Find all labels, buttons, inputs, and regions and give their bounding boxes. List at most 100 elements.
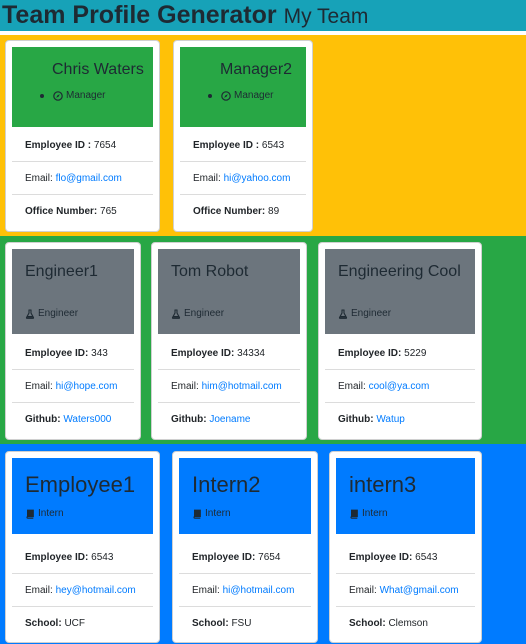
id-label: Employee ID : xyxy=(25,140,92,151)
employee-id-row: Employee ID: 34334 xyxy=(158,337,300,370)
email-row: Email: hi@yahoo.com xyxy=(180,162,306,195)
school-label: School: xyxy=(192,618,229,629)
email-row: Email: hi@hope.com xyxy=(12,370,134,403)
employee-id-row: Employee ID: 5229 xyxy=(325,337,475,370)
list-bullet xyxy=(208,93,212,98)
card-header: Chris Waters Manager xyxy=(12,47,153,127)
employee-id-row: Employee ID: 7654 xyxy=(179,541,311,574)
team-subtitle: My Team xyxy=(283,5,369,28)
employee-id-row: Employee ID: 343 xyxy=(12,337,134,370)
app-title: Team Profile Generator xyxy=(2,1,277,29)
manager-card: Chris Waters Manager Employee ID : 7654 … xyxy=(5,40,160,232)
github-row: Github: Watup xyxy=(325,403,475,436)
role-label: Manager xyxy=(208,90,273,101)
employee-id-row: Employee ID : 6543 xyxy=(180,129,306,162)
email-label: Email: xyxy=(338,381,366,392)
office-label: Office Number: xyxy=(25,206,98,217)
email-row: Email: cool@ya.com xyxy=(325,370,475,403)
school-row: School: UCF xyxy=(12,607,153,640)
employee-id-row: Employee ID: 6543 xyxy=(336,541,475,574)
intern-card: Intern2 Intern Employee ID: 7654 Email: … xyxy=(172,451,318,643)
flask-icon xyxy=(25,308,35,319)
email-link[interactable]: hey@hotmail.com xyxy=(56,585,136,596)
card-header: Employee1 Intern xyxy=(12,458,153,534)
email-label: Email: xyxy=(25,173,53,184)
role-label: Intern xyxy=(25,508,64,519)
email-label: Email: xyxy=(192,585,220,596)
book-icon xyxy=(193,509,201,519)
card-header: Tom Robot Engineer xyxy=(158,249,300,334)
github-row: Github: Waters000 xyxy=(12,403,134,436)
github-link[interactable]: Watup xyxy=(376,414,405,425)
email-link[interactable]: hi@hope.com xyxy=(56,381,118,392)
github-label: Github: xyxy=(25,414,61,425)
github-label: Github: xyxy=(171,414,207,425)
card-header: Intern2 Intern xyxy=(179,458,311,534)
id-value: 5229 xyxy=(404,348,427,359)
interns-section: Employee1 Intern Employee ID: 6543 Email… xyxy=(0,444,526,644)
managers-section: Chris Waters Manager Employee ID : 7654 … xyxy=(0,35,526,236)
employee-name: Engineer1 xyxy=(25,263,98,280)
email-label: Email: xyxy=(25,585,53,596)
id-value: 343 xyxy=(91,348,108,359)
card-header: Engineer1 Engineer xyxy=(12,249,134,334)
email-label: Email: xyxy=(349,585,377,596)
id-label: Employee ID: xyxy=(25,552,89,563)
employee-id-row: Employee ID: 6543 xyxy=(12,541,153,574)
employee-name: Engineering Cool xyxy=(338,263,461,280)
book-icon xyxy=(26,509,34,519)
employee-name: Tom Robot xyxy=(171,263,249,280)
manager-card: Manager2 Manager Employee ID : 6543 Emai… xyxy=(173,40,313,232)
card-header: Manager2 Manager xyxy=(180,47,306,127)
card-header: Engineering Cool Engineer xyxy=(325,249,475,334)
id-label: Employee ID: xyxy=(25,348,89,359)
email-link[interactable]: him@hotmail.com xyxy=(202,381,282,392)
email-row: Email: flo@gmail.com xyxy=(12,162,153,195)
employee-name: Employee1 xyxy=(25,472,136,497)
email-label: Email: xyxy=(25,381,53,392)
role-label: Engineer xyxy=(25,308,78,319)
email-row: Email: What@gmail.com xyxy=(336,574,475,607)
id-label: Employee ID: xyxy=(171,348,235,359)
school-row: School: FSU xyxy=(179,607,311,640)
id-value: 7654 xyxy=(93,140,117,151)
email-link[interactable]: What@gmail.com xyxy=(380,585,459,596)
engineer-card: Engineering Cool Engineer Employee ID: 5… xyxy=(318,242,482,440)
office-value: 765 xyxy=(100,206,117,217)
engineer-card: Tom Robot Engineer Employee ID: 34334 Em… xyxy=(151,242,307,440)
id-value: 6543 xyxy=(91,552,114,563)
list-bullet xyxy=(40,93,44,98)
github-link[interactable]: Waters000 xyxy=(63,414,111,425)
employee-id-row: Employee ID : 7654 xyxy=(12,129,153,162)
compass-icon xyxy=(53,90,63,101)
office-row: Office Number: 765 xyxy=(12,195,153,228)
email-link[interactable]: hi@hotmail.com xyxy=(223,585,295,596)
engineers-section: Engineer1 Engineer Employee ID: 343 Emai… xyxy=(0,236,526,444)
github-link[interactable]: Joename xyxy=(209,414,250,425)
email-link[interactable]: cool@ya.com xyxy=(369,381,430,392)
id-label: Employee ID: xyxy=(338,348,402,359)
page-title: Team Profile Generator My Team xyxy=(2,0,368,32)
office-value: 89 xyxy=(268,206,280,217)
email-link[interactable]: flo@gmail.com xyxy=(56,173,122,184)
id-label: Employee ID: xyxy=(349,552,413,563)
role-label: Intern xyxy=(192,508,231,519)
school-row: School: Clemson xyxy=(336,607,475,640)
role-label: Engineer xyxy=(171,308,224,319)
school-value: FSU xyxy=(231,618,252,629)
school-label: School: xyxy=(349,618,386,629)
email-row: Email: hi@hotmail.com xyxy=(179,574,311,607)
role-label: Engineer xyxy=(338,308,391,319)
id-value: 6543 xyxy=(261,140,285,151)
employee-name: Chris Waters xyxy=(52,61,144,78)
book-icon xyxy=(350,509,358,519)
email-row: Email: him@hotmail.com xyxy=(158,370,300,403)
page-header: Team Profile Generator My Team xyxy=(0,0,526,31)
employee-name: Manager2 xyxy=(220,61,293,78)
flask-icon xyxy=(171,308,181,319)
email-link[interactable]: hi@yahoo.com xyxy=(224,173,291,184)
school-value: UCF xyxy=(64,618,86,629)
intern-card: intern3 Intern Employee ID: 6543 Email: … xyxy=(329,451,482,643)
engineer-card: Engineer1 Engineer Employee ID: 343 Emai… xyxy=(5,242,141,440)
email-label: Email: xyxy=(193,173,221,184)
